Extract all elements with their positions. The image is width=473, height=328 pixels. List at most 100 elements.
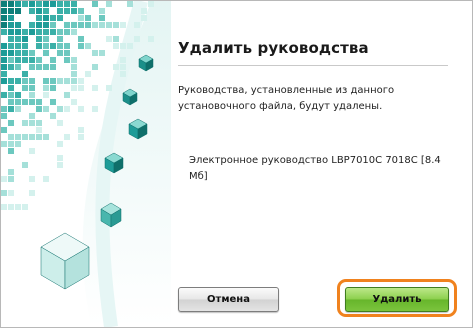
mosaic-tile (8, 78, 14, 84)
mosaic-tile (15, 106, 21, 112)
mosaic-tile (8, 22, 14, 28)
mosaic-tile (50, 15, 56, 21)
mosaic-tile (57, 78, 63, 84)
mosaic-tile (43, 22, 49, 28)
mosaic-tile (78, 127, 84, 133)
mosaic-tile (29, 148, 35, 154)
mosaic-tile (8, 190, 14, 196)
mosaic-tile (15, 8, 21, 14)
mosaic-tile (8, 148, 14, 154)
mosaic-tile (1, 43, 7, 49)
mosaic-tile (141, 8, 147, 14)
mosaic-tile (8, 1, 14, 7)
mosaic-tile (1, 113, 7, 119)
mosaic-tile (120, 43, 126, 49)
mosaic-tile (43, 64, 49, 70)
mosaic-tile (22, 43, 28, 49)
mosaic-tile (85, 43, 91, 49)
title-divider (178, 65, 448, 66)
mosaic-tile (36, 127, 42, 133)
mosaic-tile (57, 43, 63, 49)
mosaic-tile (22, 71, 28, 77)
mosaic-tile (29, 78, 35, 84)
mosaic-tile (1, 176, 7, 182)
mosaic-tile (15, 22, 21, 28)
mosaic-tile (99, 22, 105, 28)
teal-cubes-illustration (1, 1, 171, 327)
mosaic-tile (8, 99, 14, 105)
mosaic-tile (141, 15, 147, 21)
mosaic-tile (36, 1, 42, 7)
mosaic-tile (78, 22, 84, 28)
manual-item: Электронное руководство LBP7010C 7018C [… (189, 155, 441, 182)
mosaic-tile (71, 99, 77, 105)
mosaic-tile (1, 71, 7, 77)
mosaic-tile (64, 8, 70, 14)
mosaic-tile (1, 204, 7, 210)
mosaic-tile (1, 8, 7, 14)
mosaic-tile (15, 1, 21, 7)
mosaic-tile (106, 36, 112, 42)
mosaic-tile (15, 57, 21, 63)
mosaic-tile (71, 71, 77, 77)
mosaic-tile (120, 57, 126, 63)
mosaic-tile (64, 106, 70, 112)
mosaic-tile (15, 36, 21, 42)
mosaic-tile (57, 120, 63, 126)
mosaic-tile (78, 106, 84, 112)
mosaic-tile (29, 176, 35, 182)
mosaic-tile (43, 43, 49, 49)
mosaic-tile (8, 57, 14, 63)
mosaic-tile (8, 29, 14, 35)
mosaic-tile (29, 85, 35, 91)
mosaic-tile (99, 15, 105, 21)
mosaic-tile (50, 43, 56, 49)
mosaic-tile (43, 29, 49, 35)
mosaic-tile (8, 15, 14, 21)
mosaic-tile (8, 169, 14, 175)
mosaic-tile (43, 85, 49, 91)
mosaic-tile (43, 176, 49, 182)
mosaic-tile (78, 15, 84, 21)
mosaic-tile (1, 78, 7, 84)
mosaic-tile (22, 36, 28, 42)
mosaic-tile (57, 36, 63, 42)
mosaic-tile (8, 8, 14, 14)
mosaic-tile (8, 50, 14, 56)
mosaic-tile (50, 99, 56, 105)
mosaic-tile (64, 57, 70, 63)
mosaic-tile (29, 1, 35, 7)
mosaic-tile (148, 1, 154, 7)
mosaic-tile (29, 113, 35, 119)
mosaic-tile (29, 92, 35, 98)
mosaic-tile (43, 1, 49, 7)
delete-button[interactable]: Удалить (345, 287, 449, 312)
mosaic-tile (43, 106, 49, 112)
mosaic-tile (15, 141, 21, 147)
mosaic-tile (29, 57, 35, 63)
mosaic-tile (22, 57, 28, 63)
mosaic-tile (1, 141, 7, 147)
mosaic-tile (106, 85, 112, 91)
mosaic-tile (78, 36, 84, 42)
cancel-button[interactable]: Отмена (178, 287, 279, 312)
mosaic-tile (85, 71, 91, 77)
mosaic-tile (8, 92, 14, 98)
uninstall-manuals-dialog: Удалить руководства Руководства, установ… (0, 0, 473, 328)
dialog-title: Удалить руководства (178, 39, 369, 57)
mosaic-tile (120, 64, 126, 70)
mosaic-tile (22, 85, 28, 91)
mosaic-tile (8, 120, 14, 126)
mosaic-tile (36, 43, 42, 49)
mosaic-tile (15, 78, 21, 84)
mosaic-tile (1, 92, 7, 98)
mosaic-tile (15, 204, 21, 210)
mosaic-tile (36, 22, 42, 28)
mosaic-tile (50, 1, 56, 7)
mosaic-tile (64, 92, 70, 98)
mosaic-tile (106, 1, 112, 7)
mosaic-tile (50, 22, 56, 28)
mosaic-tile (78, 78, 84, 84)
mosaic-tile (57, 15, 63, 21)
mosaic-tile (71, 57, 77, 63)
